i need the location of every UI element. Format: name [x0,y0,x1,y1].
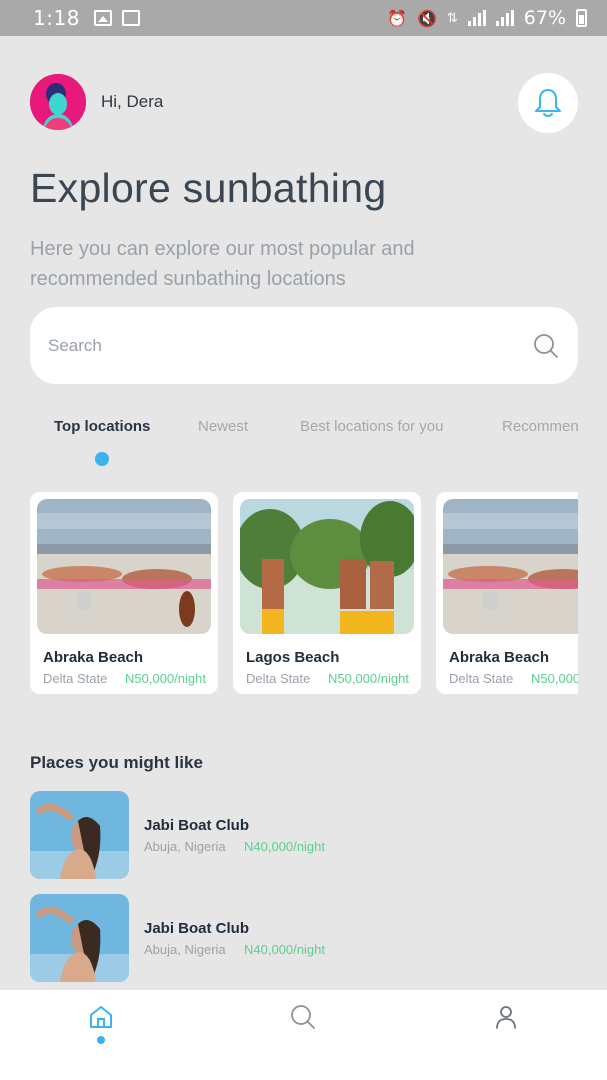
search-input[interactable] [48,335,532,356]
data-icon: ⇅ [446,10,458,26]
group-photo [240,499,414,634]
signal-icon [467,10,486,26]
location-cards: Abraka Beach Delta State N50,000/night L… [30,492,578,694]
card-price: N50,000/night [125,671,206,686]
location-card[interactable]: Abraka Beach Delta State N50,000/night [436,492,578,694]
avatar[interactable] [30,74,86,130]
search-box[interactable] [30,307,578,384]
list-item[interactable]: Jabi Boat Club Abuja, Nigeria N40,000/ni… [30,894,578,984]
place-price: N40,000/night [244,839,325,854]
beach-photo [37,499,211,634]
notifications-button[interactable] [518,73,578,133]
battery-icon [576,9,587,27]
place-name: Jabi Boat Club [144,920,250,937]
place-photo [30,791,129,879]
bell-icon [535,89,561,117]
status-bar: 1:18 ⏰ 🔇 ⇅ 67% [0,0,607,36]
section-title: Places you might like [30,753,203,772]
card-price: N50,000/night [328,671,409,686]
active-nav-indicator [97,1036,105,1044]
place-location: Abuja, Nigeria [144,839,226,854]
profile-icon[interactable] [491,1002,521,1032]
status-time: 1:18 [33,6,80,30]
greeting: Hi, Dera [101,92,164,111]
place-photo [30,894,129,982]
place-location: Abuja, Nigeria [144,942,226,957]
alarm-icon: ⏰ [387,8,407,28]
search-icon[interactable] [288,1002,318,1032]
card-price: N50,000/night [531,671,578,686]
signal-icon [495,10,514,26]
search-icon[interactable] [532,332,560,360]
card-name: Lagos Beach [246,649,340,666]
battery-percent: 67% [523,7,566,29]
page-subtitle: Here you can explore our most popular an… [30,238,415,290]
card-name: Abraka Beach [449,649,550,666]
location-card[interactable]: Abraka Beach Delta State N50,000/night [30,492,218,694]
place-price: N40,000/night [244,942,325,957]
page-title: Explore sunbathing [30,165,387,211]
tab-best-locations[interactable]: Best locations for you [300,418,443,435]
category-tabs: Top locations Newest Best locations for … [0,418,578,468]
mute-icon: 🔇 [416,8,437,28]
tab-recommended[interactable]: Recommended [502,418,578,435]
active-tab-indicator [95,452,109,466]
tab-newest[interactable]: Newest [198,418,248,435]
bottom-nav [0,990,607,1080]
list-item[interactable]: Jabi Boat Club Abuja, Nigeria N40,000/ni… [30,791,578,881]
tab-top-locations[interactable]: Top locations [54,418,150,435]
home-icon[interactable] [86,1002,116,1032]
beach-photo [443,499,578,634]
card-location: Delta State [246,671,311,686]
card-location: Delta State [43,671,108,686]
card-location: Delta State [449,671,514,686]
place-name: Jabi Boat Club [144,817,250,834]
cast-icon [121,10,140,26]
card-name: Abraka Beach [43,649,144,666]
location-card[interactable]: Lagos Beach Delta State N50,000/night [233,492,421,694]
image-icon [93,10,112,26]
